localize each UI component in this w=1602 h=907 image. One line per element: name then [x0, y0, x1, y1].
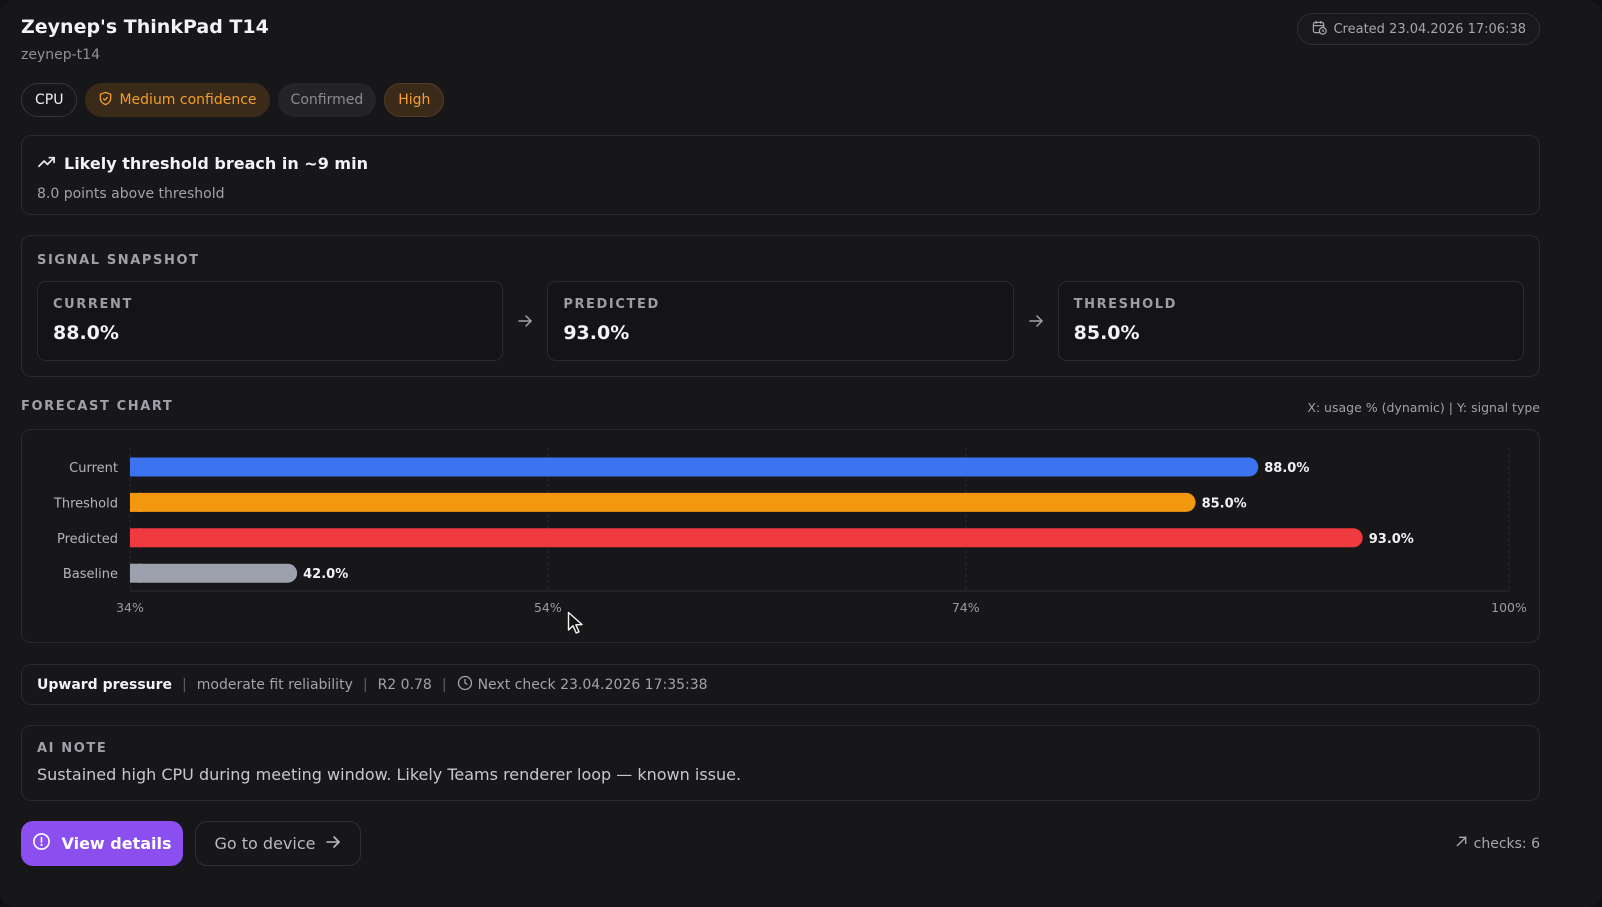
snapshot-current: CURRENT 88.0%	[37, 281, 504, 361]
snapshot-label: SIGNAL SNAPSHOT	[37, 253, 200, 268]
breach-subtitle: 8.0 points above threshold	[37, 186, 225, 202]
bar-baseline	[130, 563, 298, 583]
bar-left-edge	[130, 563, 142, 583]
status-chip: Confirmed	[277, 83, 377, 117]
metric-chip-label: CPU	[35, 92, 64, 108]
forecast-axes-note: X: usage % (dynamic) | Y: signal type	[1307, 400, 1540, 415]
checks-count: checks: 6	[1455, 835, 1540, 852]
snapshot-threshold: THRESHOLD 85.0%	[1057, 281, 1524, 361]
signal-snapshot-card: SIGNAL SNAPSHOT CURRENT 88.0% PREDICTED …	[21, 235, 1540, 377]
r2-text: R2 0.78	[377, 676, 432, 693]
metric-chip: CPU	[21, 83, 78, 117]
bar-current	[130, 457, 1259, 477]
stats-bar: Upward pressure | moderate fit reliabili…	[21, 664, 1540, 705]
severity-chip-label: High	[398, 92, 431, 108]
clock-icon	[457, 675, 478, 695]
next-check: Next check 23.04.2026 17:35:38	[457, 675, 708, 695]
category-label: Predicted	[57, 532, 118, 547]
snapshot-threshold-label: THRESHOLD	[1073, 297, 1178, 312]
forecast-chart-card: 34% 54% 74% 100% Current 88.0% Threshold 85.0% P…	[21, 429, 1540, 643]
forecast-chart: 34% 54% 74% 100% Current 88.0% Threshold 85.0% P…	[53, 448, 1527, 615]
category-label: Current	[69, 461, 118, 476]
x-tick-label: 34%	[116, 600, 144, 615]
separator: |	[362, 676, 368, 693]
arrow-up-right-icon	[1455, 835, 1468, 852]
device-hostname: zeynep-t14	[21, 47, 100, 63]
snapshot-threshold-value: 85.0%	[1073, 322, 1140, 344]
bar-left-edge	[130, 457, 142, 477]
actions-row: View details Go to device checks: 6	[21, 821, 1540, 866]
arrow-right-icon	[325, 834, 341, 854]
go-to-device-label: Go to device	[214, 834, 316, 853]
ai-note-card: AI NOTE Sustained high CPU during meetin…	[21, 725, 1540, 801]
snapshot-current-label: CURRENT	[53, 297, 133, 312]
status-chip-label: Confirmed	[290, 92, 364, 108]
snapshot-predicted-label: PREDICTED	[563, 297, 660, 312]
value-label: 85.0%	[1202, 496, 1247, 511]
created-text: Created 23.04.2026 17:06:38	[1333, 21, 1526, 37]
category-label: Baseline	[63, 567, 118, 582]
category-label: Threshold	[53, 496, 118, 511]
device-title: Zeynep's ThinkPad T14	[21, 16, 269, 38]
view-details-label: View details	[61, 834, 172, 853]
alert-detail-panel: Zeynep's ThinkPad T14 zeynep-t14 Created…	[0, 0, 1602, 907]
bar-predicted	[130, 528, 1363, 548]
bar-threshold	[130, 492, 1196, 512]
mouse-cursor-icon	[567, 611, 583, 634]
snapshot-row: CURRENT 88.0% PREDICTED 93.0% THRESHOLD …	[37, 281, 1524, 361]
value-label: 42.0%	[303, 567, 348, 582]
separator: |	[182, 676, 187, 693]
header: Zeynep's ThinkPad T14 zeynep-t14 Created…	[21, 0, 1540, 72]
confidence-chip-label: Medium confidence	[119, 92, 257, 108]
breach-title-row: Likely threshold breach in ~9 min	[37, 152, 1524, 175]
x-tick-label: 54%	[534, 600, 562, 615]
ai-note-text: Sustained high CPU during meeting window…	[37, 765, 742, 784]
trending-up-icon	[37, 152, 56, 175]
arrow-right-icon	[503, 313, 547, 329]
forecast-header: FORECAST CHART X: usage % (dynamic) | Y:…	[21, 399, 1540, 417]
created-badge: Created 23.04.2026 17:06:38	[1297, 13, 1540, 45]
calendar-clock-icon	[1312, 20, 1328, 39]
tag-chips: CPU Medium confidence Confirmed High	[21, 83, 1540, 117]
value-label: 88.0%	[1264, 461, 1309, 476]
breach-card: Likely threshold breach in ~9 min 8.0 po…	[21, 135, 1540, 215]
breach-title: Likely threshold breach in ~9 min	[64, 154, 368, 173]
x-tick-label: 74%	[952, 600, 980, 615]
forecast-label: FORECAST CHART	[21, 399, 174, 414]
severity-chip: High	[384, 83, 445, 117]
view-details-button[interactable]: View details	[21, 821, 183, 866]
snapshot-predicted: PREDICTED 93.0%	[547, 281, 1014, 361]
alert-circle-icon	[32, 832, 51, 855]
snapshot-predicted-value: 93.0%	[563, 322, 630, 344]
arrow-right-icon	[1014, 313, 1058, 329]
snapshot-current-value: 88.0%	[53, 322, 119, 344]
ai-note-label: AI NOTE	[37, 741, 108, 756]
checks-text: checks: 6	[1473, 835, 1540, 852]
shield-icon	[98, 91, 113, 110]
value-label: 93.0%	[1369, 532, 1414, 547]
x-tick-label: 100%	[1491, 600, 1527, 615]
fit-text: moderate fit reliability	[196, 676, 353, 693]
bar-left-edge	[130, 528, 142, 548]
confidence-chip: Medium confidence	[85, 83, 270, 117]
next-check-text: Next check 23.04.2026 17:35:38	[477, 676, 708, 693]
bar-left-edge	[130, 492, 142, 512]
trend-text: Upward pressure	[37, 676, 173, 693]
go-to-device-button[interactable]: Go to device	[195, 821, 361, 866]
separator: |	[441, 676, 447, 693]
